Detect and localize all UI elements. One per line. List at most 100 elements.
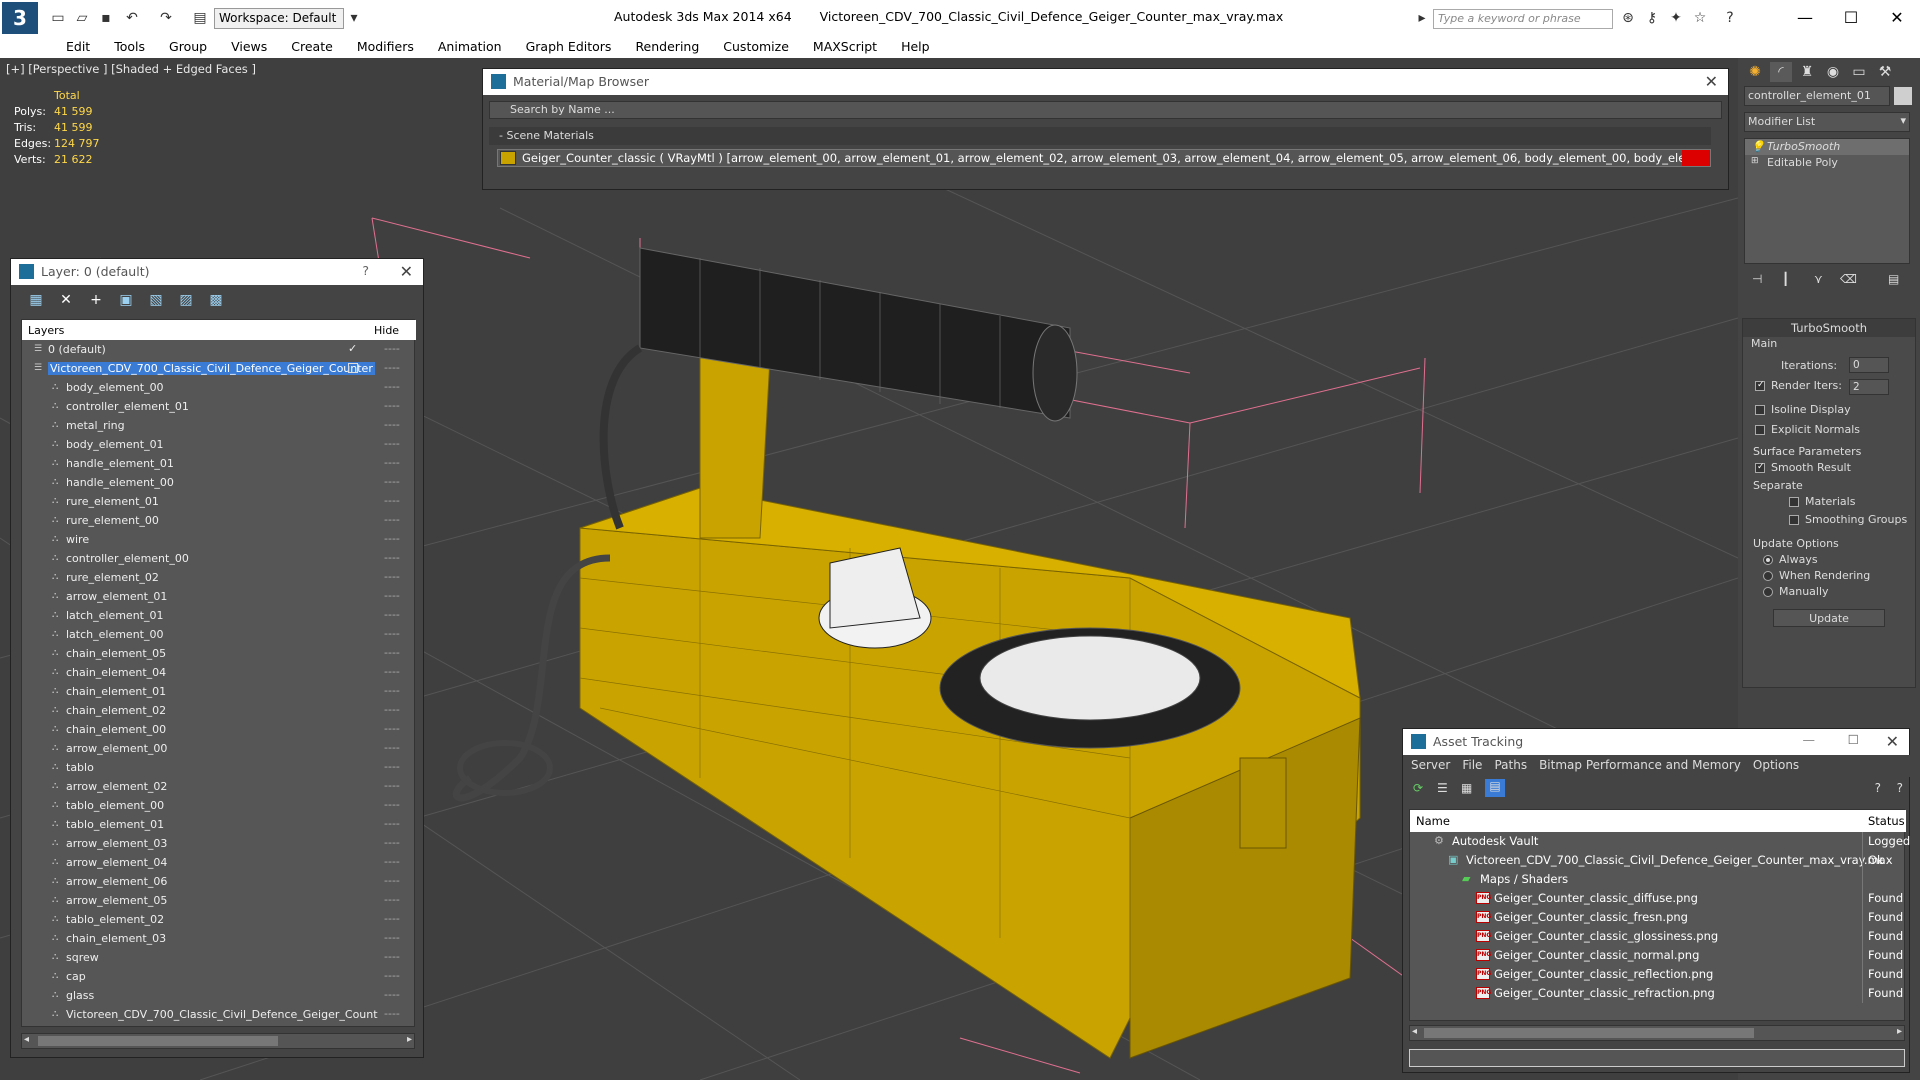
hide-toggle[interactable]: ---- — [384, 779, 400, 792]
layer-row[interactable]: ⛬ controller_element_00 ---- — [22, 549, 416, 568]
separate-materials-checkbox[interactable] — [1789, 497, 1799, 507]
column-layers[interactable]: Layers — [28, 324, 64, 337]
hide-toggle[interactable]: ---- — [384, 1007, 400, 1020]
hide-toggle[interactable]: ---- — [384, 627, 400, 640]
hide-toggle[interactable]: ---- — [384, 456, 400, 469]
layer-row[interactable]: ⛬ body_element_00 ---- — [22, 378, 416, 397]
binoculars-icon[interactable]: ⊛ — [1618, 8, 1638, 28]
thumbnail-view-icon[interactable]: ▦ — [1461, 781, 1472, 795]
layer-row[interactable]: ⛬ rure_element_01 ---- — [22, 492, 416, 511]
hide-toggle[interactable]: ---- — [384, 361, 400, 374]
update-always-radio[interactable] — [1763, 555, 1773, 565]
help-icon[interactable]: ? — [1897, 781, 1903, 795]
asset-menu-paths[interactable]: Paths — [1494, 755, 1535, 777]
hide-toggle[interactable]: ---- — [384, 589, 400, 602]
asset-row[interactable]: ▣ Victoreen_CDV_700_Classic_Civil_Defence… — [1410, 851, 1906, 870]
hide-toggle[interactable]: ---- — [384, 380, 400, 393]
new-file-icon[interactable]: ▭ — [48, 8, 68, 28]
material-search-input[interactable]: Search by Name ... — [489, 101, 1722, 119]
remove-modifier-icon[interactable]: ⌫ — [1840, 272, 1857, 286]
pin-stack-icon[interactable]: ⊣ — [1752, 272, 1762, 286]
select-objects-icon[interactable]: ▣ — [117, 291, 135, 309]
workspace-dropdown[interactable]: Workspace: Default — [214, 8, 344, 29]
hide-toggle[interactable]: ---- — [384, 817, 400, 830]
scroll-right-icon[interactable]: ▸ — [407, 1034, 412, 1045]
asset-row[interactable]: PNG Geiger_Counter_classic_diffuse.png Fou… — [1410, 889, 1906, 908]
hide-toggle[interactable]: ---- — [384, 513, 400, 526]
hide-toggle[interactable]: ---- — [384, 874, 400, 887]
scroll-right-icon[interactable]: ▸ — [1897, 1026, 1902, 1037]
scroll-left-icon[interactable]: ◂ — [24, 1034, 29, 1045]
redo-icon[interactable]: ↷ — [156, 8, 176, 28]
layer-row[interactable]: ⛬ arrow_element_04 ---- — [22, 853, 416, 872]
layer-row[interactable]: ☰ Victoreen_CDV_700_Classic_Civil_Defence… — [22, 359, 416, 378]
list-view-icon[interactable]: ☰ — [1437, 781, 1448, 795]
hide-toggle[interactable]: ---- — [384, 418, 400, 431]
update-when-rendering-radio[interactable] — [1763, 571, 1773, 581]
stack-item-editable-poly[interactable]: ⊞ Editable Poly — [1745, 155, 1909, 171]
hide-toggle[interactable]: ---- — [384, 931, 400, 944]
modifier-list-dropdown[interactable]: Modifier List ▾ — [1744, 112, 1910, 132]
asset-row[interactable]: ▰ Maps / Shaders — [1410, 870, 1906, 889]
menu-tools[interactable]: Tools — [102, 36, 157, 58]
hide-toggle[interactable]: ---- — [384, 969, 400, 982]
hide-toggle[interactable]: ---- — [384, 665, 400, 678]
hierarchy-tab-icon[interactable]: ♜ — [1796, 62, 1818, 82]
asset-horizontal-scrollbar[interactable]: ◂ ▸ — [1409, 1025, 1905, 1041]
layer-row[interactable]: ⛬ chain_element_03 ---- — [22, 929, 416, 948]
layer-row[interactable]: ⛬ arrow_element_00 ---- — [22, 739, 416, 758]
arrow-right-icon[interactable]: ▸ — [1412, 8, 1432, 28]
hide-toggle[interactable]: ---- — [384, 950, 400, 963]
asset-menu-bitmap[interactable]: Bitmap Performance and Memory — [1539, 755, 1749, 777]
asset-menu-options[interactable]: Options — [1753, 755, 1807, 777]
close-icon[interactable]: ✕ — [1705, 72, 1718, 91]
scroll-thumb[interactable] — [38, 1036, 278, 1046]
layer-manager-titlebar[interactable]: Layer: 0 (default) ? ✕ — [11, 259, 423, 285]
asset-tracking-titlebar[interactable]: Asset Tracking — ☐ ✕ — [1403, 729, 1909, 755]
modify-tab-icon[interactable]: ◜ — [1770, 62, 1792, 82]
open-file-icon[interactable]: ▱ — [72, 8, 92, 28]
new-layer-icon[interactable]: ▦ — [27, 291, 45, 309]
asset-row[interactable]: PNG Geiger_Counter_classic_normal.png Foun… — [1410, 946, 1906, 965]
display-tab-icon[interactable]: ▭ — [1848, 62, 1870, 82]
isoline-display-checkbox[interactable] — [1755, 405, 1765, 415]
layer-row[interactable]: ⛬ arrow_element_01 ---- — [22, 587, 416, 606]
configure-sets-icon[interactable]: ▤ — [1888, 272, 1899, 286]
layer-row[interactable]: ⛬ arrow_element_02 ---- — [22, 777, 416, 796]
hide-toggle[interactable]: ---- — [384, 399, 400, 412]
render-iters-spinner[interactable]: 2 — [1849, 379, 1889, 395]
scene-materials-header[interactable]: - Scene Materials — [489, 127, 1711, 145]
exchange-icon[interactable]: ✦ — [1666, 8, 1686, 28]
app-logo-icon[interactable]: 3 — [2, 2, 38, 34]
smooth-result-checkbox[interactable] — [1755, 462, 1765, 473]
close-icon[interactable]: ✕ — [1886, 732, 1899, 751]
update-button[interactable]: Update — [1773, 609, 1885, 627]
asset-row[interactable]: PNG Geiger_Counter_classic_glossiness.png… — [1410, 927, 1906, 946]
hide-toggle[interactable]: ---- — [384, 684, 400, 697]
scroll-thumb[interactable] — [1424, 1028, 1754, 1038]
hide-toggle[interactable]: ---- — [384, 893, 400, 906]
minimize-icon[interactable]: — — [1782, 4, 1828, 30]
hide-toggle[interactable]: ---- — [384, 646, 400, 659]
minimize-icon[interactable]: — — [1803, 732, 1816, 747]
hide-toggle[interactable]: ---- — [384, 798, 400, 811]
add-to-layer-icon[interactable]: + — [87, 291, 105, 309]
asset-menu-file[interactable]: File — [1462, 755, 1490, 777]
table-view-icon[interactable]: ▤ — [1485, 779, 1505, 797]
save-file-icon[interactable]: ▪ — [96, 8, 116, 28]
hide-toggle[interactable]: ---- — [384, 551, 400, 564]
iterations-spinner[interactable]: 0 — [1849, 357, 1889, 373]
layer-row[interactable]: ⛬ latch_element_00 ---- — [22, 625, 416, 644]
hide-toggle[interactable]: ---- — [384, 703, 400, 716]
layer-row[interactable]: ⛬ tablo ---- — [22, 758, 416, 777]
stack-item-turbosmooth[interactable]: 💡 TurboSmooth — [1745, 139, 1909, 155]
menu-edit[interactable]: Edit — [54, 36, 102, 58]
layer-row[interactable]: ⛬ glass ---- — [22, 986, 416, 1005]
utilities-tab-icon[interactable]: ⚒ — [1874, 62, 1896, 82]
highlight-layer-icon[interactable]: ▧ — [147, 291, 165, 309]
layer-row[interactable]: ⛬ controller_element_01 ---- — [22, 397, 416, 416]
menu-maxscript[interactable]: MAXScript — [801, 36, 889, 58]
viewport-label[interactable]: [+] [Perspective ] [Shaded + Edged Faces… — [6, 62, 256, 76]
layer-row[interactable]: ☰ 0 (default) ✓ ---- — [22, 340, 416, 359]
hide-toggle[interactable]: ---- — [384, 722, 400, 735]
